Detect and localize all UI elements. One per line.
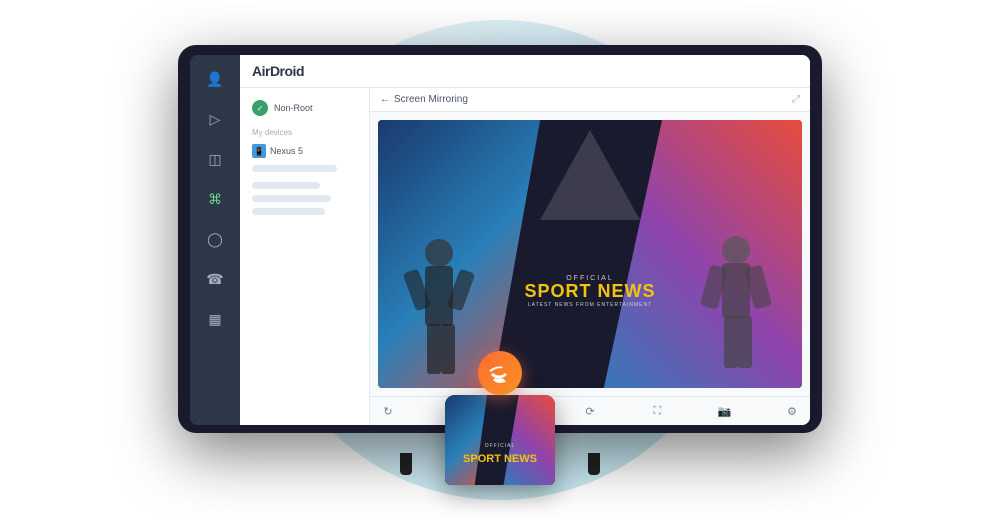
phone-sport-bg-left [445, 395, 495, 485]
user-status-dot: ✓ [252, 100, 268, 116]
back-arrow-icon[interactable]: ← [380, 94, 390, 105]
wifi-icon [488, 361, 512, 385]
sidebar: 👤 ▷ ◫ ⌘ ◯ ☎ ▦ [190, 55, 240, 425]
phone: OFFICIAL SPORT NEWS [445, 395, 555, 485]
sport-news-subtext: LATEST NEWS FROM ENTERTAINMENT [524, 302, 655, 308]
device-item[interactable]: 📱 Nexus 5 [248, 141, 361, 161]
phone-sport-title: SPORT NEWS [463, 453, 537, 465]
top-bar: AirDroid [240, 55, 810, 88]
tv-leg-right [588, 453, 600, 475]
device-name: Nexus 5 [270, 146, 303, 156]
phone-wrapper: OFFICIAL SPORT NEWS [445, 373, 555, 485]
athlete-left-silhouette [399, 120, 479, 388]
phone-sport-text: OFFICIAL SPORT NEWS [463, 443, 537, 467]
rotate-ctrl-icon[interactable]: ↻ [378, 401, 398, 421]
sidebar-icon-files[interactable]: ◫ [201, 145, 229, 173]
wifi-button[interactable] [478, 351, 522, 395]
camera-ctrl-icon[interactable]: 📷 [715, 401, 735, 421]
screen-mirror-title: ← Screen Mirroring [380, 94, 468, 105]
video-area: OFFICIAL SPORT NEWS LATEST NEWS FROM ENT… [378, 120, 802, 388]
right-panel: ← Screen Mirroring ⤢ [370, 88, 810, 425]
expand-ctrl-icon[interactable]: ⛶ [647, 401, 667, 421]
placeholder-bar-4 [252, 208, 325, 215]
tv-wrapper: 👤 ▷ ◫ ⌘ ◯ ☎ ▦ AirDroid [178, 45, 822, 475]
phone-official-text: OFFICIAL [463, 443, 537, 449]
sidebar-icon-binoculars[interactable]: ⌘ [201, 185, 229, 213]
settings-ctrl-icon[interactable]: ⚙ [782, 401, 802, 421]
placeholder-bar-1 [252, 165, 337, 172]
device-icon: 📱 [252, 144, 266, 158]
external-link-icon[interactable]: ⤢ [792, 94, 800, 105]
devices-section-label: My devices [248, 128, 361, 137]
sport-text-overlay: OFFICIAL SPORT NEWS LATEST NEWS FROM ENT… [524, 275, 655, 308]
user-name: Non-Root [274, 103, 313, 113]
triangle-overlay [540, 130, 640, 220]
sidebar-icon-phone[interactable]: ☎ [201, 265, 229, 293]
sidebar-icon-image[interactable]: ▦ [201, 305, 229, 333]
screen-mirror-header: ← Screen Mirroring ⤢ [370, 88, 810, 112]
main-content: AirDroid ✓ Non-Root My devices 📱 [240, 55, 810, 425]
phone-screen: OFFICIAL SPORT NEWS [445, 395, 555, 485]
left-panel: ✓ Non-Root My devices 📱 Nexus 5 [240, 88, 370, 425]
refresh-ctrl-icon[interactable]: ⟳ [580, 401, 600, 421]
placeholder-bar-2 [252, 182, 320, 189]
sidebar-icon-user[interactable]: 👤 [201, 65, 229, 93]
user-badge: ✓ Non-Root [248, 96, 361, 120]
sport-news-title: SPORT NEWS [524, 281, 655, 301]
screen-mirror-label: Screen Mirroring [394, 94, 468, 105]
sidebar-icon-bell[interactable]: ◯ [201, 225, 229, 253]
app-logo: AirDroid [252, 63, 304, 79]
sidebar-icon-play[interactable]: ▷ [201, 105, 229, 133]
sport-news-background: OFFICIAL SPORT NEWS LATEST NEWS FROM ENT… [378, 120, 802, 388]
controls-bar: ↻ ⟺ ⏸ ⟳ ⛶ 📷 ⚙ [370, 396, 810, 425]
placeholder-bar-3 [252, 195, 331, 202]
athlete-right-silhouette [691, 120, 781, 388]
phone-sport-bg-right [495, 395, 556, 485]
tv-leg-left [400, 453, 412, 475]
